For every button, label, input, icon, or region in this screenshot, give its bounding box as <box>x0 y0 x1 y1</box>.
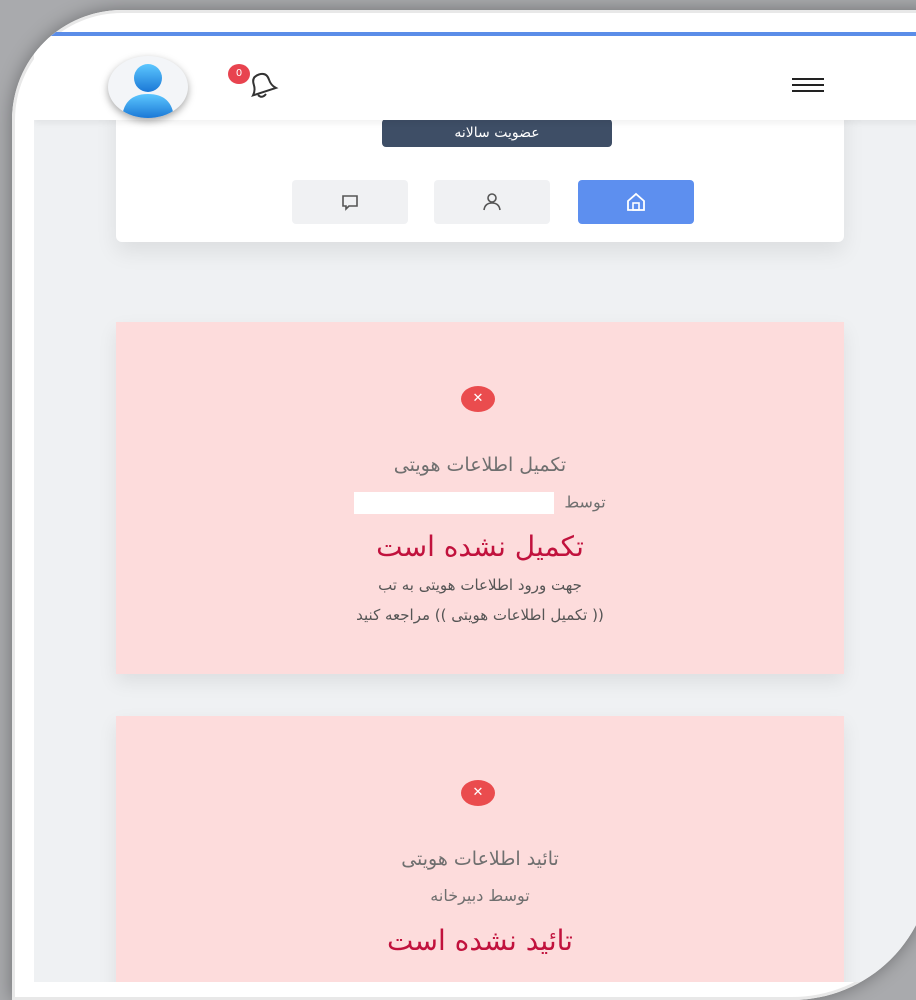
notification-button[interactable]: 0 <box>228 64 288 104</box>
avatar-icon[interactable] <box>108 56 188 118</box>
tab-home[interactable] <box>578 180 694 224</box>
membership-badge: عضویت سالانه <box>382 119 612 147</box>
device-frame: 0 عضویت سالانه ✕ تکمیل اطلاعات هویتی توس… <box>12 10 916 1000</box>
tab-messages[interactable] <box>292 180 408 224</box>
card-title: تکمیل اطلاعات هویتی <box>393 454 567 476</box>
bell-icon <box>251 72 279 98</box>
card-title: تائید اطلاعات هویتی <box>401 848 559 870</box>
message-icon <box>342 195 358 211</box>
tab-profile[interactable] <box>434 180 550 224</box>
card-note-line-1: جهت ورود اطلاعات هویتی به تب <box>378 576 582 594</box>
redacted-name <box>354 492 555 514</box>
identity-verification-card: ✕ تائید اطلاعات هویتی توسط دبیرخانه تائی… <box>116 716 844 982</box>
app-screen: 0 عضویت سالانه ✕ تکمیل اطلاعات هویتی توس… <box>34 32 916 982</box>
card-status: تائید نشده است <box>387 924 573 957</box>
home-icon <box>627 192 645 211</box>
card-status: تکمیل نشده است <box>376 530 584 563</box>
top-bar: 0 <box>34 32 916 120</box>
identity-completion-card: ✕ تکمیل اطلاعات هویتی توسط تکمیل نشده اس… <box>116 322 844 674</box>
error-x-icon: ✕ <box>461 386 495 412</box>
hamburger-menu-icon[interactable] <box>792 78 824 98</box>
error-x-icon: ✕ <box>461 780 495 806</box>
user-icon <box>483 193 501 211</box>
card-note-line-2: (( تکمیل اطلاعات هویتی )) مراجعه کنید <box>356 606 604 624</box>
card-by-line: توسط دبیرخانه <box>430 886 530 905</box>
card-by-label: توسط <box>564 492 606 512</box>
card-by-line: توسط <box>116 492 844 514</box>
